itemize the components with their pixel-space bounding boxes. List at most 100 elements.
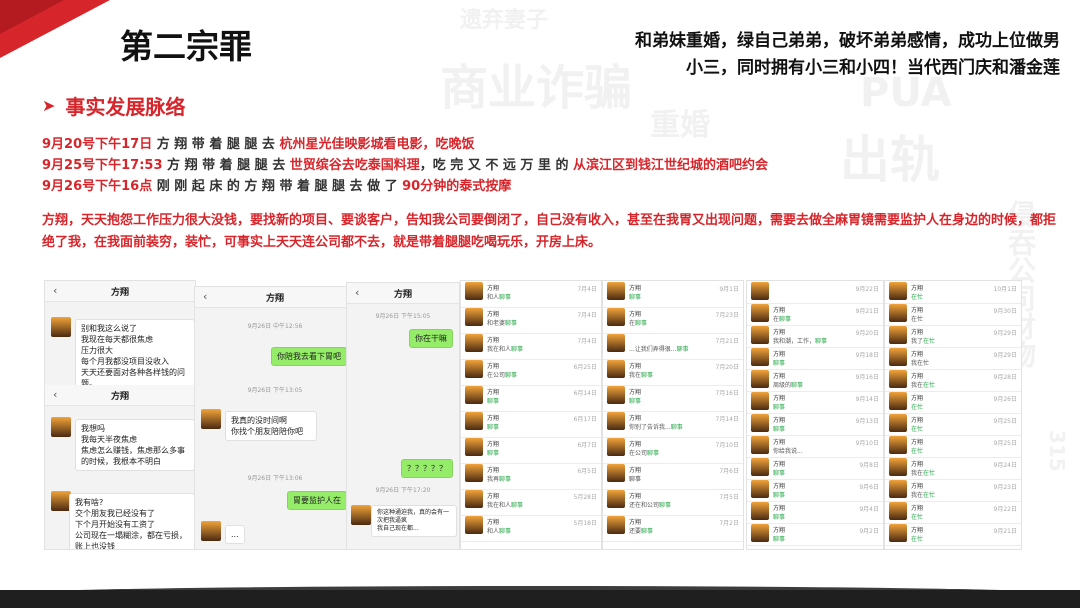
chat-list-row[interactable]: 方翔 在忙 9月25日	[885, 435, 1021, 458]
chat-list-d: 方翔 在忙 10月1日 方翔 在忙 9月30日 方翔 我了在忙 9月29日 方翔 我在忙 9月29日方…	[884, 280, 1022, 550]
chat-list-row[interactable]: 方翔 在忙 10月1日	[885, 281, 1021, 304]
avatar	[465, 464, 483, 482]
chat-list-row[interactable]: 方翔 和人聊事 5月18日	[461, 515, 601, 542]
row-date: 9月16日	[855, 374, 879, 381]
chat-header: ‹ 方翔	[45, 385, 195, 406]
row-preview: 聊事	[773, 536, 786, 543]
row-name: 方翔	[629, 519, 642, 526]
row-name: 方翔	[773, 329, 786, 336]
chat-list-row[interactable]: 方翔 在忙 9月21日	[885, 523, 1021, 546]
chat-list-row[interactable]: 方翔 还要聊事 7月2日	[603, 515, 743, 542]
chat-list-row[interactable]: 方翔 聊事 9月8日	[747, 457, 883, 480]
chat-list-row[interactable]: 方翔 在忙 9月30日	[885, 303, 1021, 326]
row-preview: 在忙	[911, 294, 924, 301]
chat-list-row[interactable]: 方翔 聊事 9月4日	[747, 501, 883, 524]
bg-word-315: 315	[1045, 430, 1069, 472]
chat-list-row[interactable]: 9月22日	[747, 281, 883, 304]
avatar	[465, 360, 483, 378]
chat-list-row[interactable]: 方翔 我和潮，工作，聊事 9月20日	[747, 325, 883, 348]
row-name: 方翔	[629, 389, 642, 396]
chat-list-row[interactable]: 方翔 聊事 9月6日	[747, 479, 883, 502]
avatar	[351, 505, 371, 525]
chat-list-row[interactable]: 方翔 你别了告诉我...聊事 7月14日	[603, 411, 743, 438]
timeline-highlight: 从滨江区到钱江世纪城的酒吧约会	[572, 158, 768, 173]
chat-list-row[interactable]: 方翔 聊事 9月14日	[747, 391, 883, 414]
chat-list-row[interactable]: 方翔 聊事 6月7日	[461, 437, 601, 464]
chat-list-row[interactable]: 方翔 聊事 7月16日	[603, 385, 743, 412]
chat-list-row[interactable]: 方翔 在忙 9月26日	[885, 391, 1021, 414]
message-bubble: 别和我这么说了 我现在每天都很焦虑 压力很大 每个月我都没项目没收入 天天还要面…	[75, 319, 195, 393]
row-date: 9月6日	[859, 484, 879, 491]
chat-list-row[interactable]: ...让我们弄得很...聊事 7月21日	[603, 333, 743, 360]
chat-list-row[interactable]: 方翔 我在和人聊事 5月28日	[461, 489, 601, 516]
chat-list-row[interactable]: 方翔 聊事 9月13日	[747, 413, 883, 436]
chat-header: ‹ 方翔	[347, 283, 459, 304]
sent-message: 你陪我去看下胃吧	[271, 347, 347, 366]
chat-list-row[interactable]: 方翔 聊事 9月2日	[747, 523, 883, 546]
chat-list-row[interactable]: 方翔 在聊事 9月21日	[747, 303, 883, 326]
chat-list-row[interactable]: 方翔 在忙 9月25日	[885, 413, 1021, 436]
row-date: 9月30日	[993, 308, 1017, 315]
row-name: 方翔	[911, 373, 924, 380]
chat-list-row[interactable]: 方翔 在公司聊事 6月25日	[461, 359, 601, 386]
avatar	[751, 458, 769, 476]
chat-list-row[interactable]: 方翔 聊事 7月6日	[603, 463, 743, 490]
row-date: 7月16日	[715, 390, 739, 397]
row-preview: 聊事	[773, 404, 786, 411]
avatar	[465, 516, 483, 534]
chat-list-row[interactable]: 方翔 我在聊事 7月20日	[603, 359, 743, 386]
chat-list-row[interactable]: 方翔 我在和人聊事 7月4日	[461, 333, 601, 360]
bg-word-cheat: 出轨	[840, 131, 940, 189]
timeline-highlight: 90分钟的泰式按摩	[402, 179, 512, 194]
slide-subtitle: 和弟妹重婚，绿自己弟弟，破坏弟弟感情，成功上位做男 小三，同时拥有小三和小四！当…	[500, 28, 1060, 82]
chat-list-row[interactable]: 方翔 在忙 9月22日	[885, 501, 1021, 524]
timestamp: 9月26日 下午13:05	[247, 387, 303, 394]
row-preview: 在忙	[911, 514, 924, 521]
chat-list-row[interactable]: 方翔 还在和公司聊事 7月5日	[603, 489, 743, 516]
corner-decoration-dark	[0, 0, 64, 34]
row-preview: 聊事	[487, 398, 500, 405]
avatar	[751, 414, 769, 432]
timeline-highlight: 杭州星光佳映影城看电影，吃晚饭	[279, 137, 475, 152]
chat-list-row[interactable]: 方翔 和人聊事 7月4日	[461, 281, 601, 308]
row-date: 7月14日	[715, 416, 739, 423]
chat-list-row[interactable]: 方翔 在公司聊事 7月10日	[603, 437, 743, 464]
timeline-text: 方 翔 带 着 腿 腿 去	[162, 158, 290, 173]
avatar	[51, 491, 71, 511]
chat-list-row[interactable]: 方翔 我再聊事 6月5日	[461, 463, 601, 490]
chat-list-row[interactable]: 方翔 我在在忙 9月28日	[885, 369, 1021, 392]
row-preview: 我在忙	[911, 360, 930, 367]
row-name: 方翔	[629, 467, 642, 474]
chat-list-row[interactable]: 方翔 在聊事 7月23日	[603, 307, 743, 334]
timeline-entry: 9月25号下午17:53 方 翔 带 着 腿 腿 去 世贸缤谷去吃泰国料理，吃 …	[42, 155, 768, 176]
row-date: 9月18日	[855, 352, 879, 359]
chat-list-row[interactable]: 方翔 聊事 6月14日	[461, 385, 601, 412]
chat-list-row[interactable]: 方翔 你给我说... 9月10日	[747, 435, 883, 458]
avatar	[607, 412, 625, 430]
row-date: 7月4日	[577, 338, 597, 345]
chat-list-a: 方翔 和人聊事 7月4日 方翔 和老婆聊事 7月4日 方翔 我在和人聊事 7月4日 方翔 在公司聊事…	[460, 280, 602, 550]
row-date: 9月22日	[855, 286, 879, 293]
avatar	[889, 524, 907, 542]
row-preview: ...让我们弄得很...聊事	[629, 346, 689, 353]
avatar	[751, 304, 769, 322]
row-preview: 聊事	[773, 360, 786, 367]
subtitle-line-1: 和弟妹重婚，绿自己弟弟，破坏弟弟感情，成功上位做男	[635, 31, 1060, 51]
row-name: 方翔	[773, 505, 786, 512]
chat-list-row[interactable]: 方翔 我在在忙 9月23日	[885, 479, 1021, 502]
row-date: 5月18日	[573, 520, 597, 527]
row-date: 9月25日	[993, 418, 1017, 425]
chat-list-row[interactable]: 方翔 和老婆聊事 7月4日	[461, 307, 601, 334]
avatar	[751, 524, 769, 542]
row-preview: 在忙	[911, 316, 924, 323]
chat-list-row[interactable]: 方翔 聊事 9月1日	[603, 281, 743, 308]
row-name: 方翔	[773, 483, 786, 490]
chat-list-row[interactable]: 方翔 聊事 6月17日	[461, 411, 601, 438]
chat-list-b: 方翔 聊事 9月1日 方翔 在聊事 7月23日 ...让我们弄得很...聊事 7月21日 方翔我…	[602, 280, 744, 550]
chat-list-row[interactable]: 方翔 我在忙 9月29日	[885, 347, 1021, 370]
chat-list-row[interactable]: 方翔 我在在忙 9月24日	[885, 457, 1021, 480]
chat-list-row[interactable]: 方翔 周级的聊事 9月16日	[747, 369, 883, 392]
chat-list-row[interactable]: 方翔 聊事 9月18日	[747, 347, 883, 370]
chat-list-row[interactable]: 方翔 我了在忙 9月29日	[885, 325, 1021, 348]
row-name: 方翔	[629, 311, 642, 318]
